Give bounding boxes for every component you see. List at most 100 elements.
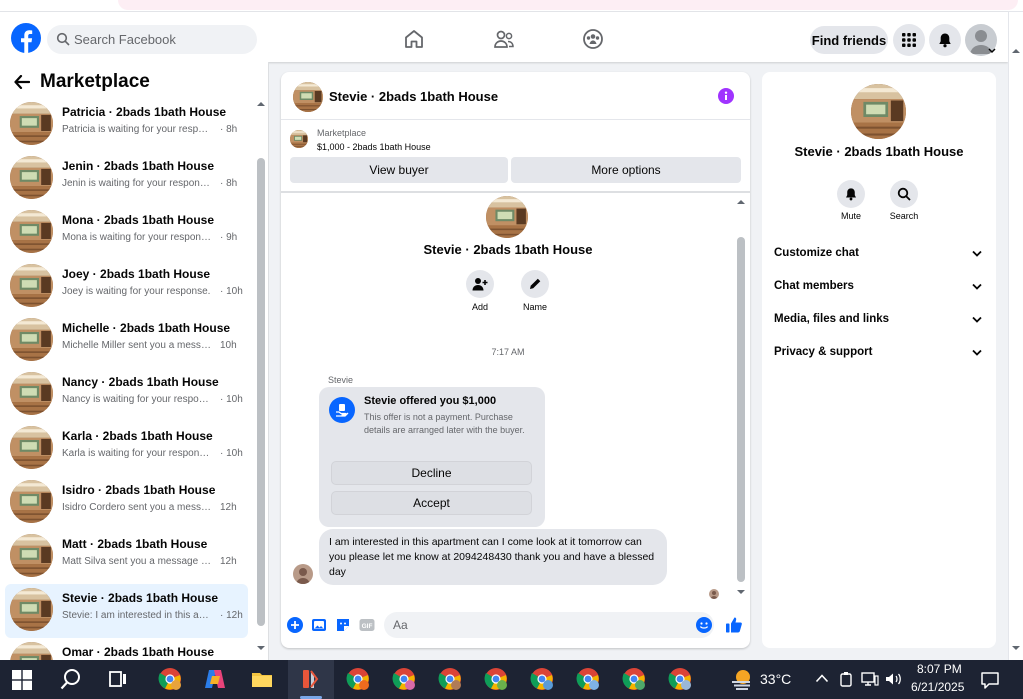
- chrome-profile-icon[interactable]: [438, 667, 462, 691]
- listing-thumbnail: [10, 426, 53, 469]
- listing-title[interactable]: $1,000 - 2bads 1bath House: [317, 142, 431, 152]
- view-buyer-button[interactable]: View buyer: [290, 157, 508, 183]
- chevron-down-icon: [972, 349, 982, 356]
- pinned-app-icon[interactable]: [299, 667, 323, 691]
- gif-icon[interactable]: GIF: [359, 617, 375, 633]
- conversation-time: · 10h: [220, 448, 243, 459]
- menu-button[interactable]: [893, 24, 925, 56]
- row-label: Privacy & support: [774, 346, 873, 358]
- task-view-icon[interactable]: [106, 667, 130, 691]
- chevron-down-icon: [972, 283, 982, 290]
- accept-button[interactable]: Accept: [331, 491, 532, 515]
- scroll-up-icon[interactable]: [256, 101, 266, 107]
- privacy-support-row[interactable]: Privacy & support: [774, 343, 984, 363]
- conversation-item-selected[interactable]: Stevie · 2bads 1bath House Stevie: I am …: [5, 584, 248, 638]
- network-icon[interactable]: [861, 672, 879, 686]
- conversation-item[interactable]: Jenin · 2bads 1bath House Jenin is waiti…: [5, 152, 248, 206]
- conversation-time: · 9h: [220, 232, 238, 243]
- chrome-profile-icon[interactable]: [622, 667, 646, 691]
- notifications-button[interactable]: [929, 24, 961, 56]
- home-icon[interactable]: [402, 27, 426, 51]
- customize-chat-row[interactable]: Customize chat: [774, 244, 984, 264]
- facebook-logo-icon[interactable]: [11, 23, 41, 53]
- conversation-preview: Joey is waiting for your response.: [62, 286, 211, 297]
- thumbs-up-icon[interactable]: [725, 616, 743, 634]
- conversation-item[interactable]: Michelle · 2bads 1bath House Michelle Mi…: [5, 314, 248, 368]
- chat-header-thumbnail[interactable]: [293, 82, 323, 112]
- chrome-profile-icon[interactable]: [530, 667, 554, 691]
- scroll-thumb[interactable]: [737, 237, 745, 582]
- listing-thumbnail[interactable]: [290, 130, 308, 148]
- browser-address-bar[interactable]: [118, 0, 1018, 10]
- message-thread: Stevie · 2bads 1bath House Add Name 7:17…: [281, 195, 750, 605]
- conversation-item[interactable]: Karla · 2bads 1bath House Karla is waiti…: [5, 422, 248, 476]
- photo-icon[interactable]: [311, 617, 327, 633]
- windows-start-icon[interactable]: [12, 670, 32, 690]
- friends-icon[interactable]: [492, 27, 516, 51]
- taskbar-search-icon[interactable]: [59, 667, 83, 691]
- more-options-button[interactable]: More options: [511, 157, 741, 183]
- conversation-item[interactable]: Nancy · 2bads 1bath House Nancy is waiti…: [5, 368, 248, 422]
- conversation-item[interactable]: Omar · 2bads 1bath House: [5, 638, 248, 660]
- mute-button[interactable]: [837, 180, 865, 208]
- conversation-item[interactable]: Matt · 2bads 1bath House Matt Silva sent…: [5, 530, 248, 584]
- temperature-text[interactable]: 33°C: [760, 671, 791, 687]
- scroll-thumb[interactable]: [257, 158, 265, 626]
- row-label: Media, files and links: [774, 313, 890, 325]
- offer-title: Stevie offered you $1,000: [364, 395, 497, 407]
- chrome-profile-icon[interactable]: [158, 667, 182, 691]
- clock-date[interactable]: 6/21/2025: [911, 680, 964, 694]
- chrome-profile-icon[interactable]: [668, 667, 692, 691]
- file-explorer-icon[interactable]: [250, 667, 274, 691]
- clock-time[interactable]: 8:07 PM: [917, 662, 962, 676]
- media-files-links-row[interactable]: Media, files and links: [774, 310, 984, 330]
- meet-now-icon[interactable]: [839, 671, 853, 687]
- plus-circle-icon[interactable]: [287, 617, 303, 633]
- account-chevron-icon[interactable]: [988, 48, 996, 54]
- chevron-up-icon[interactable]: [815, 673, 829, 683]
- page-scroll-up-icon[interactable]: [1011, 48, 1021, 54]
- notification-center-icon[interactable]: [980, 670, 1000, 690]
- find-friends-button[interactable]: Find friends: [810, 26, 888, 54]
- conversation-list-scrollbar[interactable]: [255, 100, 267, 650]
- chrome-profile-icon[interactable]: [484, 667, 508, 691]
- conversation-item[interactable]: Joey · 2bads 1bath House Joey is waiting…: [5, 260, 248, 314]
- chat-title[interactable]: Stevie · 2bads 1bath House: [329, 89, 498, 104]
- groups-icon[interactable]: [581, 27, 605, 51]
- sticker-icon[interactable]: [335, 617, 351, 633]
- conversation-item[interactable]: Isidro · 2bads 1bath House Isidro Corder…: [5, 476, 248, 530]
- chat-members-row[interactable]: Chat members: [774, 277, 984, 297]
- scroll-down-icon[interactable]: [736, 589, 746, 595]
- pencil-icon: [530, 278, 541, 289]
- weather-icon[interactable]: [730, 667, 754, 691]
- scroll-down-icon[interactable]: [256, 645, 266, 651]
- chrome-profile-icon[interactable]: [392, 667, 416, 691]
- name-button[interactable]: [521, 270, 549, 298]
- copilot-icon[interactable]: [203, 667, 227, 691]
- search-bar[interactable]: [47, 25, 257, 54]
- chrome-profile-icon[interactable]: [576, 667, 600, 691]
- info-icon[interactable]: [718, 88, 734, 104]
- scroll-up-icon[interactable]: [736, 199, 746, 205]
- conversation-item[interactable]: Mona · 2bads 1bath House Mona is waiting…: [5, 206, 248, 260]
- message-thread-scrollbar[interactable]: [735, 195, 747, 597]
- message-input[interactable]: [384, 612, 714, 638]
- search-input[interactable]: [74, 25, 249, 54]
- firefox-profile-icon[interactable]: [346, 667, 370, 691]
- hand-money-icon: [336, 404, 349, 417]
- back-arrow-icon[interactable]: [14, 75, 30, 89]
- conversation-item[interactable]: Patricia · 2bads 1bath House Patricia is…: [5, 98, 248, 152]
- chat-details-thumbnail: [851, 84, 906, 139]
- search-in-chat-button[interactable]: [890, 180, 918, 208]
- add-button[interactable]: [466, 270, 494, 298]
- chat-profile-name: Stevie · 2bads 1bath House: [423, 242, 593, 257]
- decline-button[interactable]: Decline: [331, 461, 532, 485]
- message-bubble[interactable]: I am interested in this apartment can I …: [319, 529, 667, 585]
- seen-receipt-avatar: [709, 589, 719, 599]
- page-scroll-down-icon[interactable]: [1011, 645, 1021, 651]
- emoji-icon[interactable]: [696, 617, 712, 633]
- conversation-time: · 8h: [220, 124, 238, 135]
- volume-icon[interactable]: [885, 672, 903, 686]
- page-scrollbar[interactable]: [1008, 12, 1023, 660]
- sender-avatar[interactable]: [293, 564, 313, 584]
